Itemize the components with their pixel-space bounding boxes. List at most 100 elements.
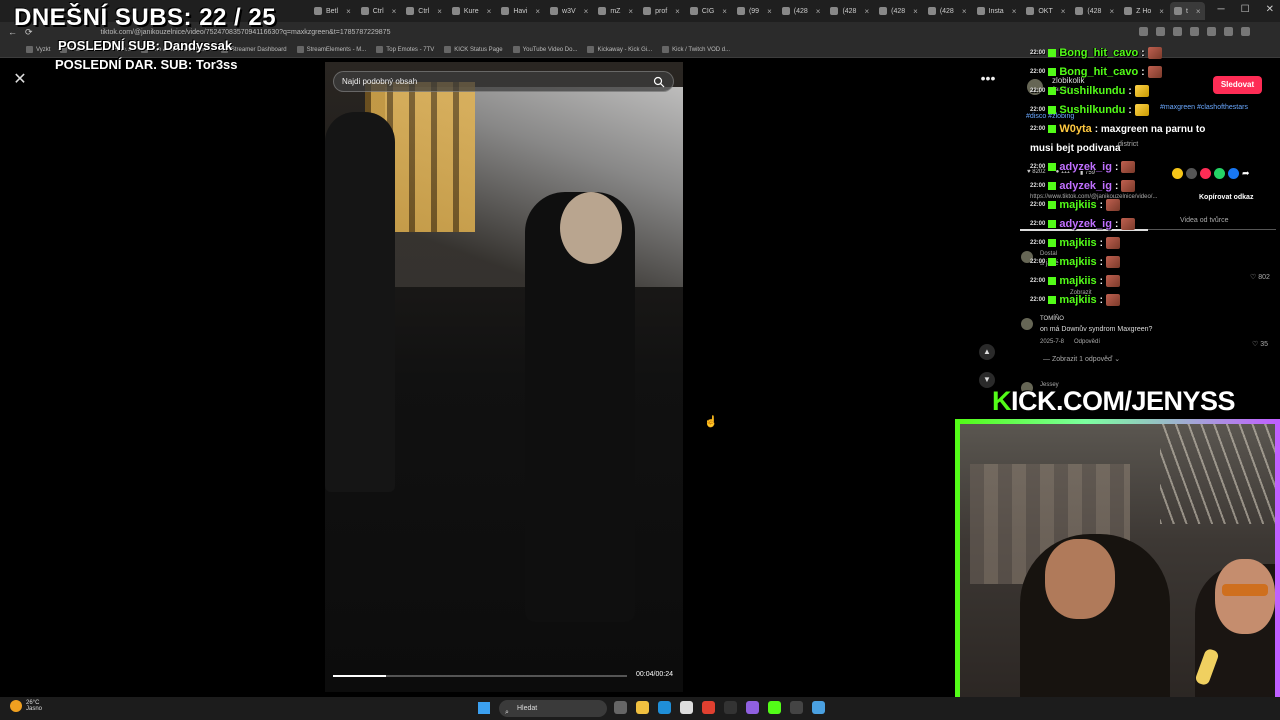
video-progress-bar[interactable]: [333, 675, 627, 677]
tab-close-icon[interactable]: ×: [1061, 7, 1066, 16]
tab-close-icon[interactable]: ×: [722, 7, 727, 16]
bookmark-item[interactable]: Kickaway - Kick Gi...: [587, 46, 652, 53]
tab-close-icon[interactable]: ×: [913, 7, 918, 16]
tab-close-icon[interactable]: ×: [1012, 7, 1017, 16]
tab-close-icon[interactable]: ×: [1109, 7, 1114, 16]
browser-tab[interactable]: Insta ×: [973, 2, 1021, 20]
chat-username[interactable]: Bong_hit_cavo: [1059, 47, 1138, 59]
windows-start-icon[interactable]: [478, 702, 490, 714]
bookmark-item[interactable]: StreamElements - M...: [296, 46, 366, 53]
bookmark-item[interactable]: KICK Status Page: [444, 46, 503, 53]
bookmark-item[interactable]: Top Emotes - 7TV: [376, 46, 434, 53]
video-player[interactable]: [325, 62, 683, 692]
kick-icon[interactable]: [768, 701, 781, 714]
task-view-icon[interactable]: [614, 701, 627, 714]
extension-icon[interactable]: [1224, 27, 1233, 36]
app-icon[interactable]: [724, 701, 737, 714]
tab-close-icon[interactable]: ×: [1159, 7, 1164, 16]
weather-widget[interactable]: 26°C Jasno: [10, 700, 42, 712]
tab-creator-videos[interactable]: Videa od tvůrce: [1180, 217, 1229, 224]
facebook-icon[interactable]: [1228, 168, 1239, 179]
comment-username[interactable]: TOMÍŇO: [1040, 316, 1064, 322]
browser-tab[interactable]: prof ×: [639, 2, 684, 20]
chat-username[interactable]: adyzek_ig: [1059, 218, 1112, 230]
chat-username[interactable]: Sushilkundu: [1059, 104, 1125, 116]
extension-icon[interactable]: [1190, 27, 1199, 36]
tab-close-icon[interactable]: ×: [675, 7, 680, 16]
tab-close-icon[interactable]: ×: [864, 7, 869, 16]
bookmark-item[interactable]: YouTube Video Do...: [512, 46, 577, 53]
comment-like-count[interactable]: ♡ 802: [1250, 273, 1270, 281]
comment-like-count[interactable]: ♡ 35: [1252, 340, 1268, 348]
star-icon[interactable]: [1156, 27, 1165, 36]
share-arrow-icon[interactable]: ➦: [1242, 168, 1253, 179]
chat-username[interactable]: majkiis: [1059, 294, 1096, 306]
tab-close-icon[interactable]: ×: [487, 7, 492, 16]
translate-icon[interactable]: [1139, 27, 1148, 36]
chat-username[interactable]: W0yta: [1059, 123, 1091, 135]
chat-username[interactable]: majkiis: [1059, 199, 1096, 211]
maximize-icon[interactable]: ☐: [1241, 4, 1250, 15]
browser-tab[interactable]: Havi ×: [497, 2, 544, 20]
browser-tab[interactable]: mZ ×: [594, 2, 637, 20]
browser-tab[interactable]: w3V ×: [546, 2, 592, 20]
browser-tab[interactable]: Ctrl ×: [402, 2, 446, 20]
chat-username[interactable]: majkiis: [1059, 275, 1096, 287]
browser-tab[interactable]: (428 ×: [924, 2, 971, 20]
tab-close-icon[interactable]: ×: [767, 7, 772, 16]
search-icon[interactable]: [653, 76, 665, 88]
browser-tab[interactable]: OKT ×: [1022, 2, 1069, 20]
tab-close-icon[interactable]: ×: [437, 7, 442, 16]
browser-tab[interactable]: Z Ho ×: [1120, 2, 1168, 20]
file-explorer-icon[interactable]: [636, 701, 649, 714]
embed-icon[interactable]: [1186, 168, 1197, 179]
edge-icon[interactable]: [658, 701, 671, 714]
chat-username[interactable]: adyzek_ig: [1059, 180, 1112, 192]
chat-username[interactable]: adyzek_ig: [1059, 161, 1112, 173]
bookmark-item[interactable]: Vyzkt: [26, 46, 50, 53]
more-options-icon[interactable]: •••: [978, 71, 998, 87]
previous-video-icon[interactable]: ▲: [979, 344, 995, 360]
tab-close-icon[interactable]: ×: [628, 7, 633, 16]
browser-tab[interactable]: Kure ×: [448, 2, 495, 20]
send-icon[interactable]: [1200, 168, 1211, 179]
browser-tab[interactable]: (428 ×: [778, 2, 825, 20]
minimize-icon[interactable]: ─: [1218, 4, 1225, 15]
similar-content-search[interactable]: Najdi podobný obsah: [333, 71, 674, 92]
browser-tab[interactable]: (428 ×: [1071, 2, 1118, 20]
chrome-icon[interactable]: [702, 701, 715, 714]
tab-close-icon[interactable]: ×: [816, 7, 821, 16]
app-icon[interactable]: [790, 701, 803, 714]
close-icon[interactable]: ✕: [10, 70, 30, 90]
tab-close-icon[interactable]: ×: [1196, 7, 1201, 16]
browser-tab[interactable]: Ctrl ×: [357, 2, 401, 20]
whatsapp-icon[interactable]: [1214, 168, 1225, 179]
tab-close-icon[interactable]: ×: [962, 7, 967, 16]
obs-icon[interactable]: [746, 701, 759, 714]
browser-tab[interactable]: Betl ×: [310, 2, 355, 20]
browser-tab[interactable]: CIG ×: [686, 2, 731, 20]
avatar[interactable]: [1021, 318, 1033, 330]
browser-tab[interactable]: (428 ×: [826, 2, 873, 20]
notepad-icon[interactable]: [812, 701, 825, 714]
chat-username[interactable]: majkiis: [1059, 256, 1096, 268]
store-icon[interactable]: [680, 701, 693, 714]
show-replies-button[interactable]: — Zobrazit 1 odpověď ⌄: [1043, 355, 1120, 363]
reply-button[interactable]: Odpovědí: [1074, 339, 1100, 345]
copy-link-button[interactable]: Kopírovat odkaz: [1199, 194, 1253, 201]
extension-icon[interactable]: [1173, 27, 1182, 36]
tab-close-icon[interactable]: ×: [535, 7, 540, 16]
chat-username[interactable]: majkiis: [1059, 237, 1096, 249]
profile-icon[interactable]: [1241, 27, 1250, 36]
close-window-icon[interactable]: ✕: [1266, 4, 1274, 15]
browser-tab[interactable]: (99 ×: [733, 2, 776, 20]
browser-tab[interactable]: (428 ×: [875, 2, 922, 20]
tab-close-icon[interactable]: ×: [346, 7, 351, 16]
tab-close-icon[interactable]: ×: [392, 7, 397, 16]
share-icon[interactable]: [1172, 168, 1183, 179]
hashtags[interactable]: #maxgreen #clashofthestars: [1160, 104, 1248, 111]
follow-button[interactable]: Sledovat: [1213, 76, 1262, 94]
chat-username[interactable]: Bong_hit_cavo: [1059, 66, 1138, 78]
extension-icon[interactable]: [1207, 27, 1216, 36]
chat-username[interactable]: Sushilkundu: [1059, 85, 1125, 97]
